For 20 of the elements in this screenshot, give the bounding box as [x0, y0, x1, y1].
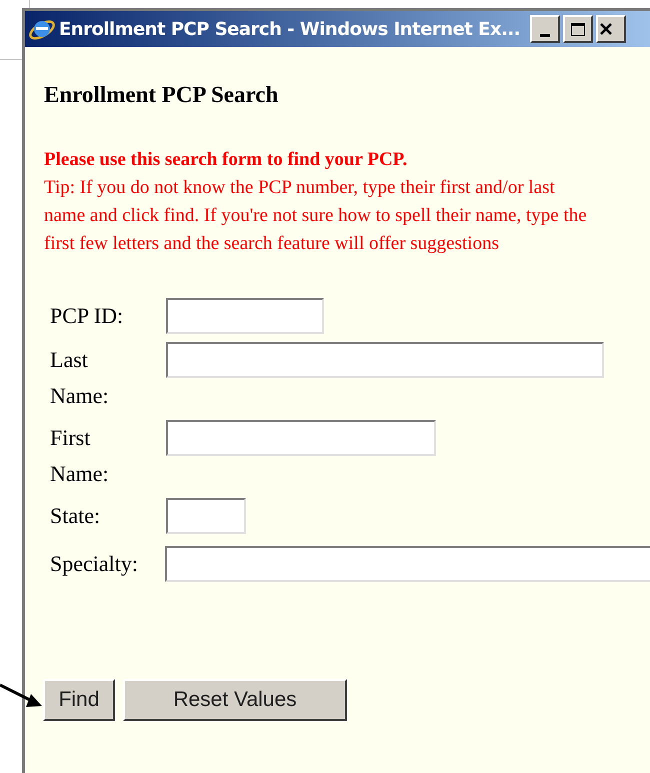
- maximize-button[interactable]: [563, 15, 594, 43]
- minimize-button[interactable]: [530, 15, 560, 43]
- input-field[interactable]: [166, 298, 324, 334]
- field-label: First Name:: [50, 424, 110, 488]
- input-field[interactable]: [166, 420, 436, 456]
- page-heading: Enrollment PCP Search: [44, 83, 280, 106]
- reset-button[interactable]: Reset Values: [123, 679, 347, 721]
- tip-text: Tip: If you do not know the PCP number, type their first and/or last name and click find. If you're not sure how to spell their name, type the first few letters and the search feature will offer suggestions: [44, 176, 588, 256]
- field-label: Last Name:: [50, 346, 110, 410]
- find-button[interactable]: Find: [43, 679, 115, 721]
- notice-text: Please use this search form to find your PCP.: [44, 148, 408, 172]
- input-field[interactable]: [166, 498, 246, 534]
- window-title: Enrollment PCP Search - Windows Internet Ex...: [59, 18, 520, 42]
- field-label: Specialty:: [50, 550, 139, 578]
- input-field[interactable]: [166, 342, 604, 378]
- field-label: State:: [50, 502, 102, 530]
- close-icon: [600, 23, 612, 35]
- close-button[interactable]: [596, 15, 626, 43]
- field-label: PCP ID:: [50, 302, 124, 330]
- input-field[interactable]: [164, 546, 650, 582]
